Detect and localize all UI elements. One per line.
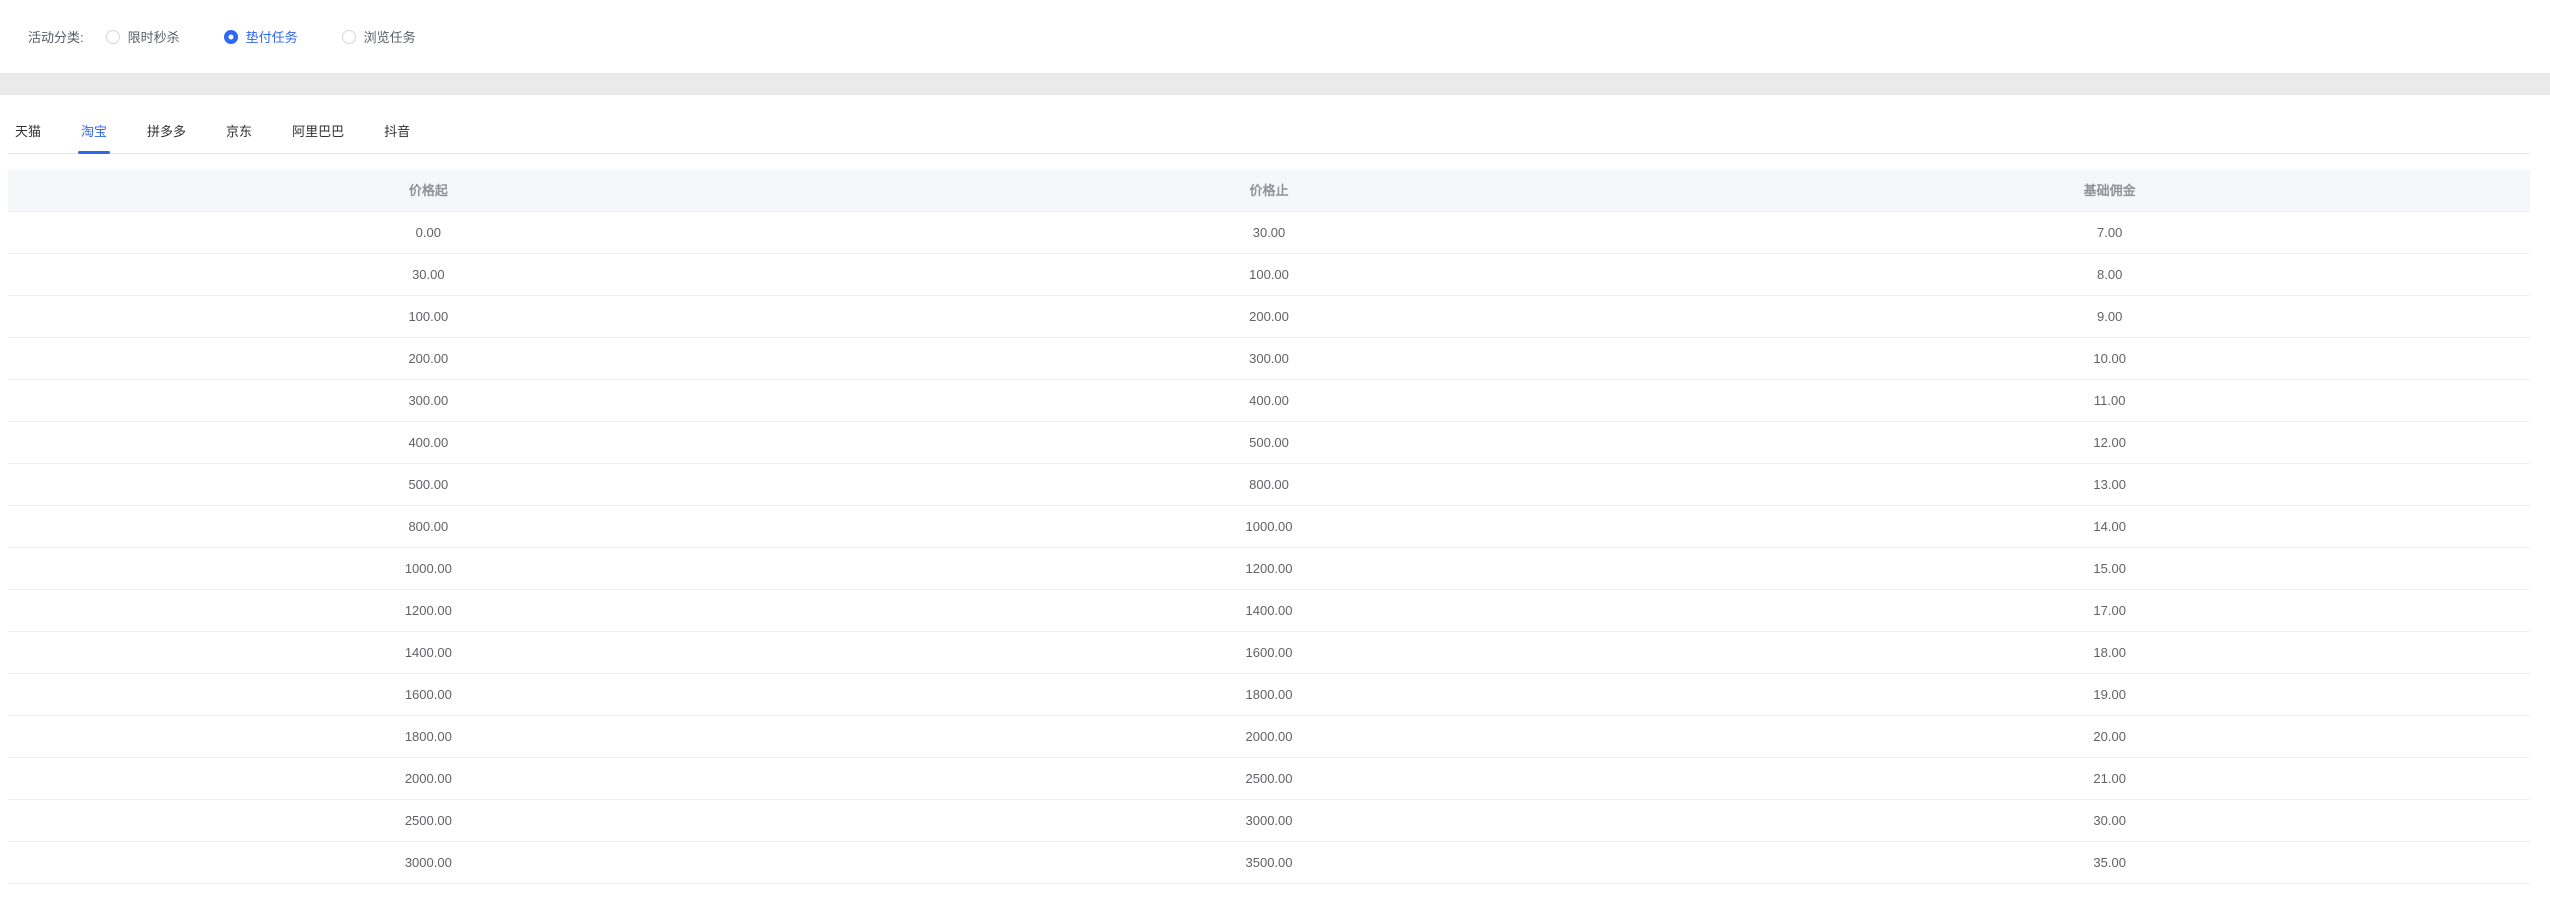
cell-price-from: 2000.00 <box>404 771 452 786</box>
cell-price-to: 1800.00 <box>1245 687 1293 702</box>
cell-base-commission: 40.00 <box>1689 884 2530 900</box>
table-row: 500.00 800.00 13.00 <box>8 464 2530 506</box>
cell-price-from: 1800.00 <box>404 729 452 744</box>
table-row: 0.00 30.00 7.00 <box>8 212 2530 254</box>
cell-price-from: 1600.00 <box>404 687 452 702</box>
table-row: 1800.00 2000.00 20.00 <box>8 716 2530 758</box>
cell-base-commission: 35.00 <box>2093 855 2126 870</box>
main-content: 天猫 淘宝 拼多多 京东 阿里巴巴 抖音 价格起 价格止 基础佣金 0.00 3… <box>0 95 2550 900</box>
cell-base-commission: 15.00 <box>2093 561 2126 576</box>
table-row: 1200.00 1400.00 17.00 <box>8 590 2530 632</box>
radio-label[interactable]: 限时秒杀 <box>128 27 180 46</box>
cell-price-to: 1000.00 <box>1245 519 1293 534</box>
cell-price-from: 0.00 <box>415 225 441 240</box>
table-row: 3500.00 4000.00 40.00 <box>8 884 2530 900</box>
platform-tab-4[interactable]: 京东 <box>219 121 259 153</box>
table-row: 800.00 1000.00 14.00 <box>8 506 2530 548</box>
cell-price-from: 3500.00 <box>8 884 849 900</box>
cell-price-to: 1600.00 <box>1245 645 1293 660</box>
table-row: 1000.00 1200.00 15.00 <box>8 548 2530 590</box>
cell-base-commission: 20.00 <box>2093 729 2126 744</box>
activity-category-label: 活动分类: <box>28 30 84 45</box>
radio-circle-icon[interactable] <box>223 29 238 44</box>
cell-price-to: 800.00 <box>1249 477 1289 492</box>
cell-price-to: 3500.00 <box>1245 855 1293 870</box>
cell-price-from: 100.00 <box>408 309 449 324</box>
activity-category-radio-group: 限时秒杀 垫付任务 浏览任务 <box>105 27 460 46</box>
cell-price-to: 300.00 <box>1249 351 1289 366</box>
cell-price-from: 30.00 <box>412 267 445 282</box>
cell-base-commission: 14.00 <box>2093 519 2126 534</box>
cell-price-from: 2500.00 <box>404 813 452 828</box>
cell-price-from: 1000.00 <box>404 561 452 576</box>
section-divider <box>0 73 2550 95</box>
cell-price-from: 1200.00 <box>404 603 452 618</box>
table-row: 2000.00 2500.00 21.00 <box>8 758 2530 800</box>
cell-base-commission: 9.00 <box>2097 309 2123 324</box>
cell-price-to: 100.00 <box>1249 267 1289 282</box>
cell-price-from: 300.00 <box>408 393 449 408</box>
cell-base-commission: 8.00 <box>2097 267 2123 282</box>
table-row: 100.00 200.00 9.00 <box>8 296 2530 338</box>
activity-filter-bar: 活动分类: 限时秒杀 垫付任务 浏览任务 <box>0 0 2550 73</box>
cell-price-to: 4000.00 <box>849 884 1690 900</box>
cell-price-to: 1400.00 <box>1245 603 1293 618</box>
platform-tab-5[interactable]: 阿里巴巴 <box>285 121 351 153</box>
table-header-row: 价格起 价格止 基础佣金 <box>8 170 2530 212</box>
cell-price-from: 200.00 <box>408 351 449 366</box>
cell-price-from: 1400.00 <box>404 645 452 660</box>
table-row: 400.00 500.00 12.00 <box>8 422 2530 464</box>
cell-base-commission: 19.00 <box>2093 687 2126 702</box>
platform-tab-6[interactable]: 抖音 <box>377 121 417 153</box>
cell-price-from: 800.00 <box>408 519 449 534</box>
activity-category-radio[interactable]: 垫付任务 <box>223 27 298 46</box>
cell-base-commission: 21.00 <box>2093 771 2126 786</box>
radio-label[interactable]: 浏览任务 <box>364 27 416 46</box>
table-row: 30.00 100.00 8.00 <box>8 254 2530 296</box>
cell-price-to: 400.00 <box>1249 393 1289 408</box>
activity-category-radio[interactable]: 浏览任务 <box>341 27 416 46</box>
cell-price-to: 200.00 <box>1249 309 1289 324</box>
column-header-price-from: 价格起 <box>408 183 448 198</box>
cell-base-commission: 7.00 <box>2097 225 2123 240</box>
table-row: 300.00 400.00 11.00 <box>8 380 2530 422</box>
cell-base-commission: 17.00 <box>2093 603 2126 618</box>
platform-tab-3[interactable]: 拼多多 <box>140 121 193 153</box>
table-row: 200.00 300.00 10.00 <box>8 338 2530 380</box>
cell-price-to: 3000.00 <box>1245 813 1293 828</box>
cell-price-to: 500.00 <box>1249 435 1289 450</box>
cell-price-to: 30.00 <box>1252 225 1286 240</box>
activity-category-radio[interactable]: 限时秒杀 <box>105 27 180 46</box>
radio-circle-icon[interactable] <box>105 29 120 44</box>
table-row: 1400.00 1600.00 18.00 <box>8 632 2530 674</box>
commission-table: 价格起 价格止 基础佣金 0.00 30.00 7.00 30.00 100.0… <box>8 170 2530 900</box>
table-body: 0.00 30.00 7.00 30.00 100.00 8.00 100.00… <box>8 212 2530 900</box>
radio-label[interactable]: 垫付任务 <box>246 27 298 46</box>
table-row: 3000.00 3500.00 35.00 <box>8 842 2530 884</box>
cell-base-commission: 10.00 <box>2093 351 2126 366</box>
cell-price-from: 400.00 <box>408 435 449 450</box>
cell-price-to: 2500.00 <box>1245 771 1293 786</box>
radio-circle-icon[interactable] <box>341 29 356 44</box>
cell-price-from: 500.00 <box>408 477 449 492</box>
platform-tab-1[interactable]: 天猫 <box>8 121 48 153</box>
cell-base-commission: 11.00 <box>2093 393 2126 408</box>
platform-tabs: 天猫 淘宝 拼多多 京东 阿里巴巴 抖音 <box>8 95 2530 154</box>
cell-base-commission: 13.00 <box>2093 477 2126 492</box>
platform-tab-2[interactable]: 淘宝 <box>74 121 114 154</box>
table-row: 1600.00 1800.00 19.00 <box>8 674 2530 716</box>
cell-base-commission: 12.00 <box>2093 435 2126 450</box>
cell-base-commission: 18.00 <box>2093 645 2126 660</box>
cell-base-commission: 30.00 <box>2093 813 2126 828</box>
column-header-base-commission: 基础佣金 <box>2083 183 2136 198</box>
table-row: 2500.00 3000.00 30.00 <box>8 800 2530 842</box>
cell-price-to: 1200.00 <box>1245 561 1293 576</box>
column-header-price-to: 价格止 <box>1249 183 1289 198</box>
cell-price-from: 3000.00 <box>404 855 452 870</box>
cell-price-to: 2000.00 <box>1245 729 1293 744</box>
